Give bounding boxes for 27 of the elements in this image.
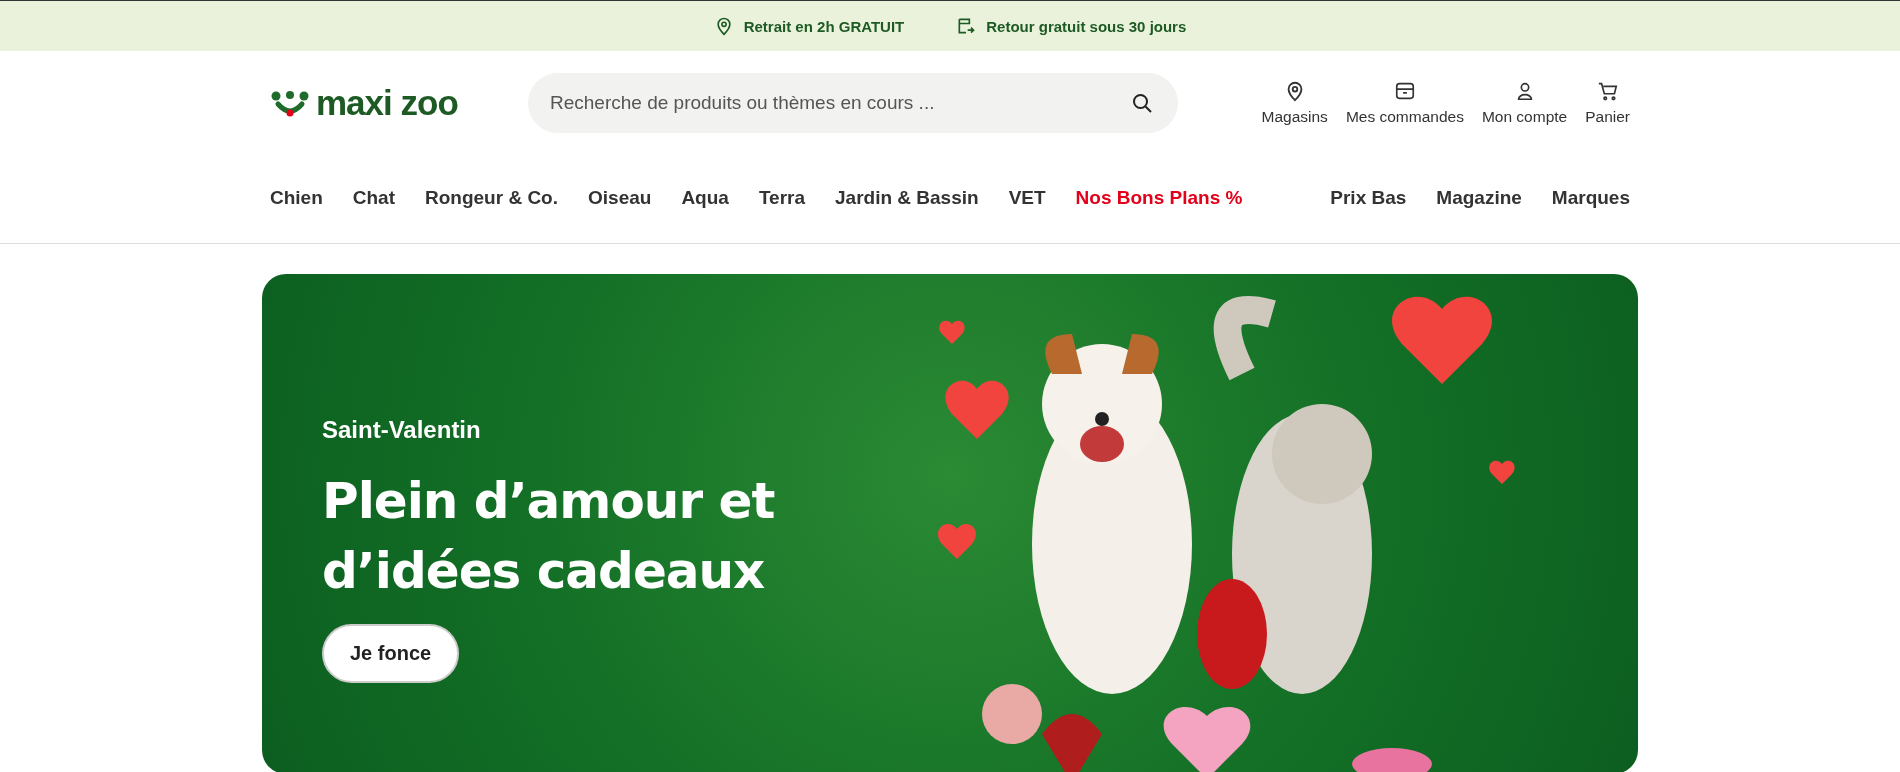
search-field[interactable]: Recherche de produits ou thèmes en cours ... <box>528 73 1178 133</box>
nav-link[interactable]: Magazine <box>1436 187 1522 209</box>
nav-link[interactable]: Nos Bons Plans % <box>1075 187 1243 209</box>
header-link[interactable]: Mon compte <box>1481 80 1568 126</box>
header-link[interactable]: Panier <box>1585 80 1630 126</box>
header-link[interactable]: Mes commandes <box>1345 80 1464 126</box>
nav-link[interactable]: Chat <box>352 187 395 209</box>
cart-icon <box>1596 80 1619 102</box>
promo-text: Retour gratuit sous 30 jours <box>986 17 1187 35</box>
nav-link[interactable]: Marques <box>1551 187 1630 209</box>
logo[interactable]: maxi zoo <box>262 83 528 123</box>
header-link[interactable]: Magasins <box>1261 80 1328 126</box>
nav-link[interactable]: Terra <box>758 187 805 209</box>
nav-link[interactable]: Chien <box>270 187 323 209</box>
promo-text: Retrait en 2h GRATUIT <box>743 17 905 35</box>
search-icon[interactable] <box>1130 91 1154 115</box>
nav-link[interactable]: Aqua <box>681 187 729 209</box>
nav-link[interactable]: Prix Bas <box>1330 187 1407 209</box>
nav-link[interactable]: Oiseau <box>588 187 652 209</box>
hero-eyebrow: Saint-Valentin <box>322 416 482 444</box>
hero-headline: Plein d’amour et d’idées cadeaux <box>322 471 776 602</box>
nav-link[interactable]: VET <box>1008 187 1046 209</box>
nav-link[interactable]: Jardin & Bassin <box>835 187 979 209</box>
nav-link[interactable]: Rongeur & Co. <box>425 187 558 209</box>
box-arrow-icon <box>956 16 977 36</box>
cta-button[interactable]: Je fonce <box>322 624 460 683</box>
box-icon <box>1393 80 1416 102</box>
